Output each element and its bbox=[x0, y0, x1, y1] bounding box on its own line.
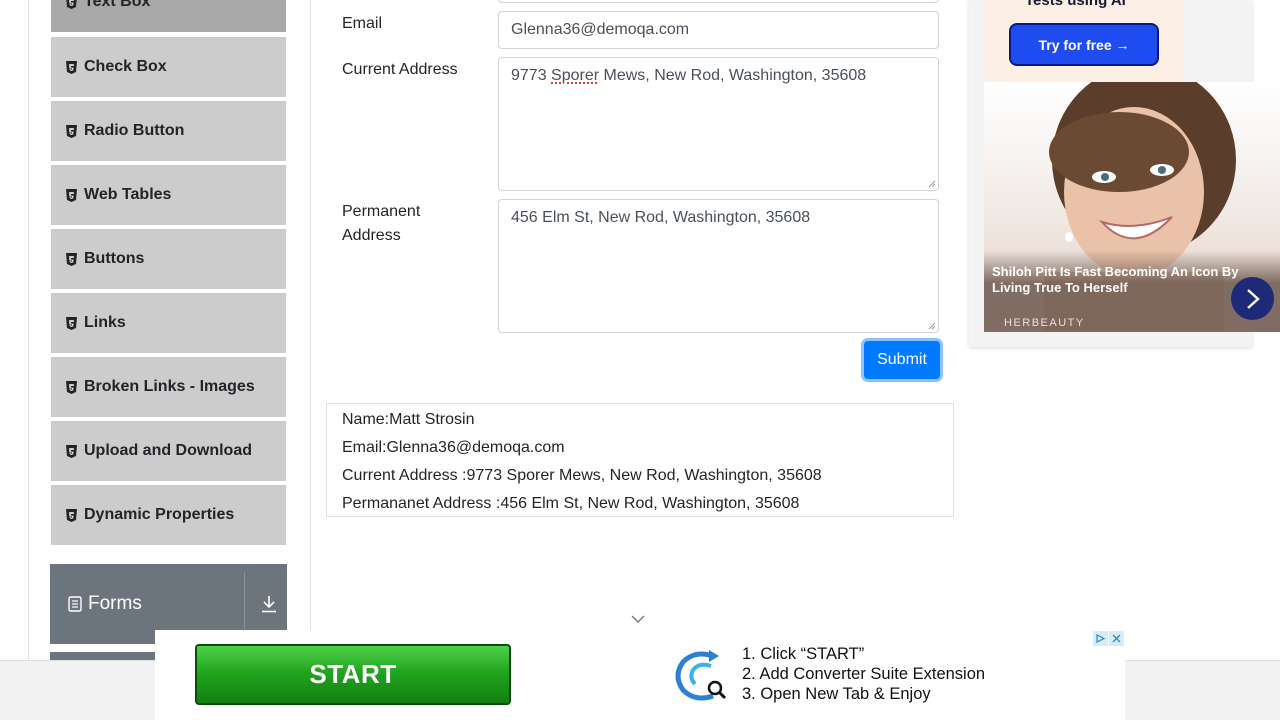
sidebar-item-check-box[interactable]: Check Box bbox=[51, 37, 286, 99]
group-divider bbox=[244, 572, 245, 636]
step-2: 2. Add Converter Suite Extension bbox=[742, 665, 986, 683]
resize-grip-icon[interactable] bbox=[928, 180, 936, 188]
banner-steps: 1. Click “START” 2. Add Converter Suite … bbox=[742, 644, 985, 704]
html-icon bbox=[65, 124, 77, 138]
bottom-ad-banner[interactable]: START 1. Click “START” 2. Add Converter … bbox=[155, 630, 1125, 720]
download-arrow-icon[interactable] bbox=[261, 595, 277, 613]
side-ad-caption[interactable]: Shiloh Pitt Is Fast Becoming An Icon By … bbox=[992, 264, 1247, 296]
sidebar-item-label: Dynamic Properties bbox=[84, 506, 235, 523]
permanent-address-label-line-2: Address bbox=[342, 227, 401, 244]
output-name: Name:Matt Strosin bbox=[342, 411, 475, 428]
converter-logo-icon bbox=[675, 650, 727, 701]
html-icon bbox=[65, 0, 77, 9]
sidebar-item-label: Check Box bbox=[84, 58, 167, 75]
start-button[interactable]: START bbox=[195, 644, 511, 705]
side-ad-brand: HERBEAUTY bbox=[1004, 317, 1085, 329]
sidebar-item-text-box[interactable]: Text Box bbox=[51, 0, 286, 34]
permanent-address-value: 456 Elm St, New Rod, Washington, 35608 bbox=[511, 209, 811, 226]
output-email: Email:Glenna36@demoqa.com bbox=[342, 439, 565, 456]
sidebar-item-label: Text Box bbox=[84, 0, 151, 10]
email-value: Glenna36@demoqa.com bbox=[511, 21, 690, 38]
address-suffix: Mews, New Rod, Washington, 35608 bbox=[599, 67, 867, 84]
sidebar-item-label: Radio Button bbox=[84, 122, 185, 139]
sidebar-item-label: Upload and Download bbox=[84, 442, 252, 459]
html-icon bbox=[65, 252, 77, 266]
chevron-right-icon bbox=[1246, 288, 1260, 309]
html-icon bbox=[65, 444, 77, 458]
resize-grip-icon[interactable] bbox=[928, 322, 936, 330]
output-permanent-address: Permananet Address :456 Elm St, New Rod,… bbox=[342, 495, 800, 512]
sidebar-item-buttons[interactable]: Buttons bbox=[51, 229, 286, 291]
email-label: Email bbox=[342, 15, 383, 32]
sidebar-item-label: Web Tables bbox=[84, 186, 172, 203]
sidebar-item-label: Broken Links - Images bbox=[84, 378, 255, 395]
group-title: Forms bbox=[88, 593, 142, 614]
submit-button[interactable]: Submit bbox=[864, 341, 940, 379]
step-3: 3. Open New Tab & Enjoy bbox=[742, 685, 931, 703]
step-1: 1. Click “START” bbox=[742, 645, 865, 663]
adchoices-icon[interactable] bbox=[1093, 631, 1108, 646]
html-icon bbox=[65, 380, 77, 394]
permanent-address-label-line-1: Permanent bbox=[342, 203, 421, 220]
next-arrow-button[interactable] bbox=[1231, 277, 1274, 320]
email-field[interactable]: Glenna36@demoqa.com bbox=[498, 11, 939, 49]
sidebar-item-upload-download[interactable]: Upload and Download bbox=[51, 421, 286, 483]
output-panel: Name:Matt Strosin Email:Glenna36@demoqa.… bbox=[326, 403, 954, 517]
current-address-text: 9773 Sporer Mews, New Rod, Washington, 3… bbox=[511, 67, 866, 84]
name-field-bottom-edge bbox=[498, 0, 939, 3]
sidebar-item-broken-links[interactable]: Broken Links - Images bbox=[51, 357, 286, 419]
side-ad-headline: Tests using AI bbox=[1025, 0, 1126, 9]
sidebar-item-links[interactable]: Links bbox=[51, 293, 286, 355]
html-icon bbox=[65, 60, 77, 74]
current-address-field[interactable]: 9773 Sporer Mews, New Rod, Washington, 3… bbox=[498, 57, 939, 191]
sidebar-item-radio-button[interactable]: Radio Button bbox=[51, 101, 286, 163]
html-icon bbox=[65, 188, 77, 202]
close-ad-icon[interactable] bbox=[1109, 631, 1124, 646]
current-address-label: Current Address bbox=[342, 61, 458, 78]
sidebar-item-dynamic-properties[interactable]: Dynamic Properties bbox=[51, 485, 286, 547]
permanent-address-field[interactable]: 456 Elm St, New Rod, Washington, 35608 bbox=[498, 199, 939, 333]
sidebar-item-web-tables[interactable]: Web Tables bbox=[51, 165, 286, 227]
sidebar-item-label: Links bbox=[84, 314, 126, 331]
sidebar-item-label: Buttons bbox=[84, 250, 145, 267]
list-icon bbox=[68, 596, 82, 612]
html-icon bbox=[65, 508, 77, 522]
chevron-down-icon[interactable] bbox=[630, 613, 646, 625]
output-current-address: Current Address :9773 Sporer Mews, New R… bbox=[342, 467, 822, 484]
html-icon bbox=[65, 316, 77, 330]
left-border bbox=[28, 0, 29, 660]
sidebar-divider bbox=[310, 0, 311, 660]
misspelled-word: Sporer bbox=[551, 67, 600, 84]
address-prefix: 9773 bbox=[511, 67, 552, 84]
try-for-free-button[interactable]: Try for free → bbox=[1011, 25, 1157, 64]
